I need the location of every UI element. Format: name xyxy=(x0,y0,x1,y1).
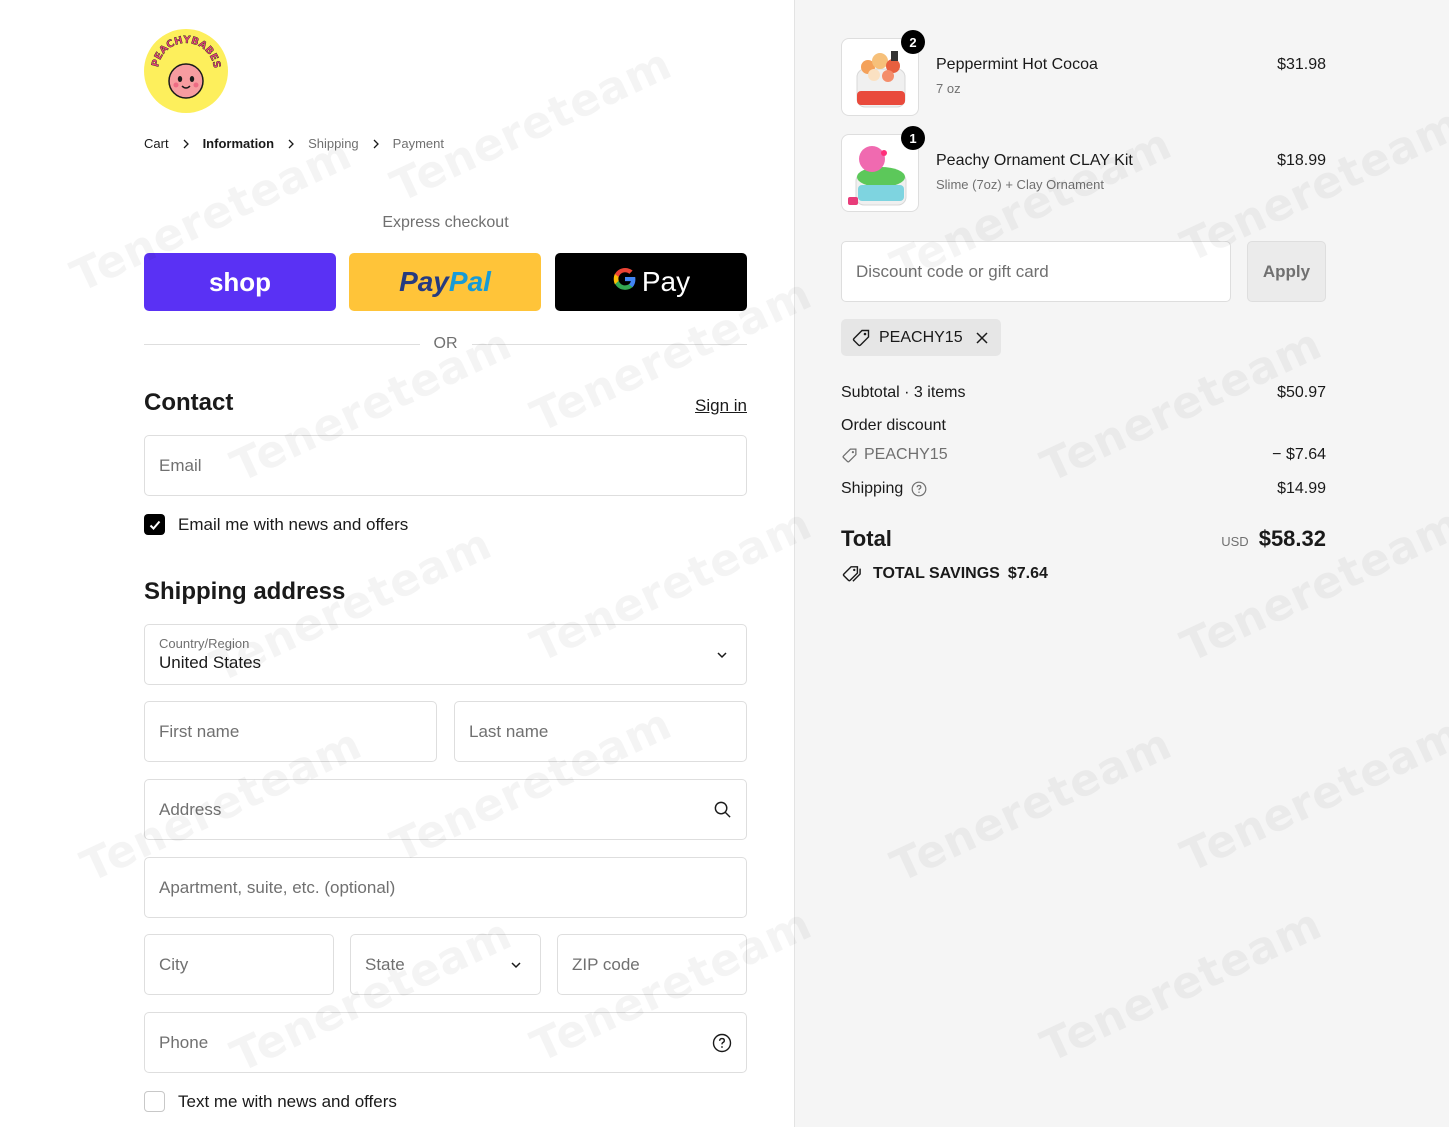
google-pay-button[interactable]: Pay xyxy=(555,253,747,311)
express-checkout-label: Express checkout xyxy=(382,214,509,231)
last-name-field[interactable]: Last name xyxy=(454,701,747,762)
discount-code-row: PEACHY15 − $7.64 xyxy=(841,446,1326,464)
discount-placeholder: Discount code or gift card xyxy=(856,261,1049,281)
shipping-address-heading: Shipping address xyxy=(144,578,346,605)
discount-amount: − $7.64 xyxy=(1272,446,1326,463)
country-label: Country/Region xyxy=(159,636,250,651)
quantity-badge: 2 xyxy=(901,30,925,54)
apartment-field[interactable]: Apartment, suite, etc. (optional) xyxy=(144,857,747,918)
google-g-icon xyxy=(612,266,638,299)
newsletter-checkbox-row[interactable]: Email me with news and offers xyxy=(144,514,408,535)
newsletter-label: Email me with news and offers xyxy=(178,514,409,534)
remove-discount-icon[interactable] xyxy=(975,331,989,345)
savings-label: TOTAL SAVINGS xyxy=(873,565,1000,582)
discount-code-label: PEACHY15 xyxy=(864,446,948,463)
paypal-button[interactable]: Pay Pal xyxy=(349,253,541,311)
apartment-placeholder: Apartment, suite, etc. (optional) xyxy=(159,877,396,897)
product-price: $31.98 xyxy=(1277,56,1326,73)
zip-field[interactable]: ZIP code xyxy=(557,934,747,995)
paypal-label-pay: Pay xyxy=(399,266,449,297)
apply-discount-button[interactable]: Apply xyxy=(1247,241,1326,302)
brand-logo[interactable]: PEACHYBABES xyxy=(144,29,228,113)
total-label: Total xyxy=(841,526,892,551)
phone-placeholder: Phone xyxy=(159,1032,209,1052)
newsletter-checkbox[interactable] xyxy=(144,514,165,535)
savings-value: $7.64 xyxy=(1007,565,1048,582)
subtotal-row: Subtotal · 3 items $50.97 xyxy=(841,384,1326,402)
product-variant: Slime (7oz) + Clay Ornament xyxy=(936,177,1104,192)
order-discount-label: Order discount xyxy=(841,417,946,434)
total-savings: TOTAL SAVINGS $7.64 xyxy=(841,565,1048,583)
shop-pay-label: shop xyxy=(208,266,272,297)
or-divider: OR xyxy=(144,334,747,354)
google-pay-label: Pay xyxy=(641,266,691,297)
product-variant: 7 oz xyxy=(936,81,961,96)
first-name-field[interactable]: First name xyxy=(144,701,437,762)
country-select[interactable]: Country/Region United States xyxy=(144,624,747,685)
order-summary-panel: 2 Peppermint Hot Cocoa 7 oz $31.98 1 Pea… xyxy=(794,0,1449,1127)
line-item: 2 Peppermint Hot Cocoa 7 oz $31.98 xyxy=(841,30,1326,118)
divider-line xyxy=(144,343,420,345)
shop-pay-button[interactable]: shop xyxy=(144,253,336,311)
phone-field[interactable]: Phone xyxy=(144,1012,747,1073)
help-circle-icon[interactable] xyxy=(712,1033,732,1053)
address-placeholder: Address xyxy=(159,799,222,819)
state-placeholder: State xyxy=(365,954,405,974)
shipping-label: Shipping xyxy=(841,480,904,497)
search-icon[interactable] xyxy=(712,800,732,820)
shipping-value: $14.99 xyxy=(1277,480,1326,497)
tag-icon xyxy=(842,447,857,463)
breadcrumb-cart[interactable]: Cart xyxy=(144,136,169,151)
applied-code-text: PEACHY15 xyxy=(879,328,963,346)
total-value: $58.32 xyxy=(1258,526,1326,551)
subtotal-label: Subtotal · 3 items xyxy=(841,384,966,401)
breadcrumb-shipping: Shipping xyxy=(308,136,359,151)
last-name-placeholder: Last name xyxy=(469,721,549,741)
tag-icon xyxy=(851,328,871,348)
shipping-row: Shipping $14.99 xyxy=(841,480,1326,498)
breadcrumb: Cart Information Shipping Payment xyxy=(144,136,444,151)
address-field[interactable]: Address xyxy=(144,779,747,840)
total-row: Total USD $58.32 xyxy=(841,526,1326,552)
chevron-right-icon xyxy=(371,139,381,149)
peach-logo-icon: PEACHYBABES xyxy=(145,30,227,112)
paypal-label-pal: Pal xyxy=(448,266,491,297)
first-name-placeholder: First name xyxy=(159,721,240,741)
checkmark-icon xyxy=(149,520,160,530)
subtotal-value: $50.97 xyxy=(1277,384,1326,401)
country-value: United States xyxy=(159,653,262,672)
applied-discount-chip: PEACHY15 xyxy=(841,319,1001,356)
chevron-right-icon xyxy=(181,139,191,149)
city-placeholder: City xyxy=(159,954,189,974)
sign-in-link[interactable]: Sign in xyxy=(695,396,747,416)
product-name: Peppermint Hot Cocoa xyxy=(936,56,1098,73)
product-name: Peachy Ornament CLAY Kit xyxy=(936,152,1133,169)
tags-icon xyxy=(842,566,861,582)
email-placeholder: Email xyxy=(159,455,202,475)
chevron-down-icon xyxy=(712,645,732,665)
email-field[interactable]: Email xyxy=(144,435,747,496)
divider-line xyxy=(471,343,747,345)
sms-checkbox-row[interactable]: Text me with news and offers xyxy=(144,1091,397,1112)
discount-code-field[interactable]: Discount code or gift card xyxy=(841,241,1231,302)
breadcrumb-payment: Payment xyxy=(392,136,444,151)
zip-placeholder: ZIP code xyxy=(572,954,640,974)
sms-label: Text me with news and offers xyxy=(178,1091,397,1111)
checkout-form-panel: PEACHYBABES Cart Information Shipping Pa… xyxy=(0,0,794,1127)
currency-code: USD xyxy=(1221,534,1249,549)
product-price: $18.99 xyxy=(1277,152,1326,169)
line-item: 1 Peachy Ornament CLAY Kit Slime (7oz) +… xyxy=(841,126,1326,214)
city-field[interactable]: City xyxy=(144,934,334,995)
state-select[interactable]: State xyxy=(350,934,541,995)
chevron-right-icon xyxy=(286,139,296,149)
help-circle-icon[interactable] xyxy=(911,481,927,497)
contact-heading: Contact xyxy=(144,389,234,416)
quantity-badge: 1 xyxy=(901,126,925,150)
chevron-down-icon xyxy=(506,955,526,975)
or-text: OR xyxy=(433,335,458,352)
order-discount-row: Order discount xyxy=(841,417,1326,435)
sms-checkbox[interactable] xyxy=(144,1091,165,1112)
breadcrumb-information: Information xyxy=(202,136,275,151)
